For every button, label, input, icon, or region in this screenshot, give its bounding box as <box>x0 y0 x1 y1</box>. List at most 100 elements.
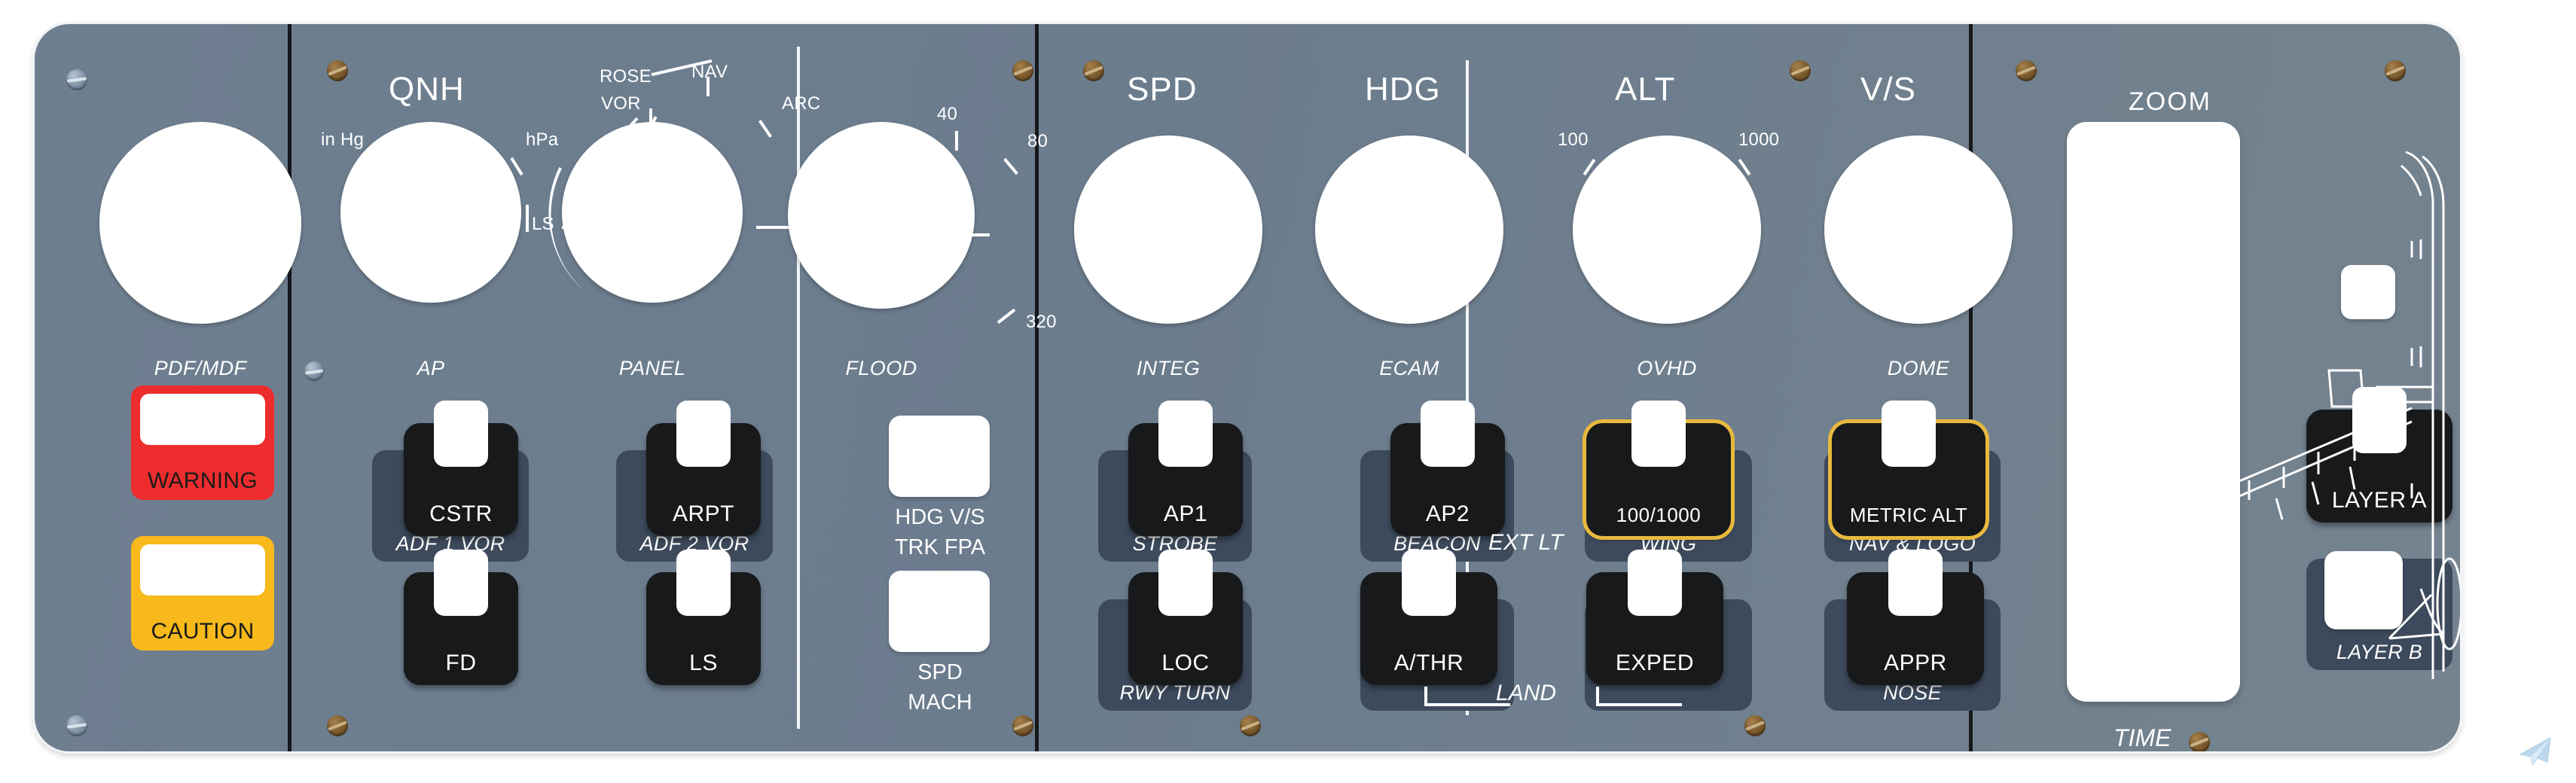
alt-title: ALT <box>1615 71 1676 108</box>
screw-icon-2 <box>327 715 348 736</box>
divider-flood-buttons <box>797 47 800 729</box>
ap2-button-cap <box>1421 401 1475 467</box>
flood-range-320: 320 <box>1026 312 1057 332</box>
ovhd-caption: OVHD <box>1637 357 1697 379</box>
ap1-button-cap <box>1158 401 1213 467</box>
ap2-label: AP2 <box>1425 501 1470 526</box>
caution-label: CAUTION <box>151 619 255 644</box>
screw-icon-10 <box>2189 732 2210 751</box>
panel-caption: PANEL <box>618 357 686 379</box>
screw-icon-bl <box>66 715 87 736</box>
flood-range-knob[interactable] <box>788 122 975 309</box>
panel-arc-ls-stem <box>526 205 529 232</box>
land-label: LAND <box>1496 681 1557 705</box>
flood-tick-40 <box>955 131 958 151</box>
spd-title: SPD <box>1127 71 1198 108</box>
layer-a-label: LAYER A <box>2331 488 2428 513</box>
hdg-vs-trk-fpa-button[interactable] <box>889 416 990 497</box>
layer-b-button-cap[interactable] <box>2324 551 2403 629</box>
flood-range-40: 40 <box>937 104 958 124</box>
layer-a-button[interactable]: LAYER A <box>2306 387 2452 523</box>
panel-mode-vor: VOR <box>601 93 641 114</box>
layer-b-label: LAYER B <box>2336 641 2423 663</box>
flood-range-80: 80 <box>1027 131 1048 151</box>
flood-tick-320 <box>997 308 1016 324</box>
screw-icon-pdf-mdf <box>304 361 324 381</box>
warning-annunciator[interactable]: WARNING <box>131 385 274 500</box>
athr-button[interactable]: A/THR <box>1360 550 1497 685</box>
flood-caption: FLOOD <box>845 357 917 379</box>
athr-button-cap <box>1402 550 1456 616</box>
athr-label: A/THR <box>1393 650 1464 675</box>
spd-mach-label-line2: MACH <box>908 690 972 714</box>
fd-button[interactable]: FD <box>404 550 518 685</box>
cockpit-control-panel: PDF/MDF WARNING CAUTION QNH in Hg hPa AP… <box>35 24 2460 751</box>
exped-button-cap <box>1628 550 1682 616</box>
alt-unit-label: 100/1000 <box>1616 504 1702 526</box>
panel-tick-nav <box>649 108 652 123</box>
screw-icon-tl <box>66 69 87 90</box>
cstr-button[interactable]: CSTR <box>404 401 518 536</box>
paper-plane-cursor-icon <box>2519 737 2551 766</box>
ap1-button[interactable]: AP1 <box>1128 401 1243 536</box>
arpt-button[interactable]: ARPT <box>646 401 761 536</box>
land-bracket-right <box>1596 687 1682 706</box>
screw-icon-9 <box>2016 60 2037 81</box>
alt-tick-1000: 1000 <box>1738 129 1780 150</box>
hdg-title: HDG <box>1365 71 1441 108</box>
appr-label: APPR <box>1884 650 1947 675</box>
metric-alt-label: METRIC ALT <box>1849 504 1968 526</box>
qnh-tick-in-hg: in Hg <box>321 129 365 150</box>
qnh-knob[interactable] <box>340 122 521 303</box>
fd-button-cap <box>434 550 488 616</box>
screw-icon-8 <box>1744 715 1766 736</box>
vs-knob[interactable] <box>1824 136 2013 324</box>
spd-knob[interactable] <box>1074 136 1262 324</box>
hdg-vs-trk-fpa-label-line2: TRK FPA <box>894 535 986 559</box>
zoom-display-screen[interactable] <box>2067 122 2240 702</box>
ls-button[interactable]: LS <box>646 550 761 685</box>
fd-label: FD <box>445 650 477 675</box>
time-label: TIME <box>2114 724 2172 751</box>
flood-tick-160 <box>969 233 990 236</box>
alt-tick-100: 100 <box>1558 129 1589 150</box>
caution-annunciator[interactable]: CAUTION <box>131 536 274 650</box>
ext-lt-label: EXT LT <box>1488 530 1564 555</box>
panel-tick-ls <box>562 226 595 229</box>
hdg-vs-trk-fpa-label-line1: HDG V/S <box>895 505 985 529</box>
arpt-label: ARPT <box>672 501 734 526</box>
flood-range-160: 160 <box>932 223 963 243</box>
screw-icon-6 <box>1240 715 1261 736</box>
layer-a-button-cap <box>2352 387 2407 453</box>
flood-tick-80 <box>1003 157 1018 175</box>
ls-button-cap <box>676 550 731 616</box>
divider-efis-left <box>288 24 291 751</box>
panel-mode-ls: LS <box>532 214 554 234</box>
screw-icon-3 <box>1012 60 1033 81</box>
alt-knob[interactable] <box>1573 136 1761 324</box>
arpt-button-cap <box>676 401 731 467</box>
ap1-label: AP1 <box>1163 501 1208 526</box>
panel-tick-arc <box>758 120 772 138</box>
warning-label: WARNING <box>148 468 258 493</box>
loc-button[interactable]: LOC <box>1128 550 1243 685</box>
spd-mach-button[interactable] <box>889 571 990 652</box>
exped-label: EXPED <box>1615 650 1695 675</box>
appr-button[interactable]: APPR <box>1847 550 1984 685</box>
ap2-button[interactable]: AP2 <box>1390 401 1505 536</box>
dome-caption: DOME <box>1887 357 1950 379</box>
panel-mode-arc: ARC <box>782 93 821 114</box>
small-white-button[interactable] <box>2341 265 2395 319</box>
exped-button[interactable]: EXPED <box>1586 550 1723 685</box>
screw-icon-1 <box>327 60 348 81</box>
metric-alt-button[interactable]: METRIC ALT <box>1832 401 1985 536</box>
cstr-button-cap <box>434 401 488 467</box>
loc-label: LOC <box>1161 650 1210 675</box>
pdf-mdf-brightness-knob[interactable] <box>99 122 301 324</box>
loc-button-cap <box>1158 550 1213 616</box>
alt-unit-100-1000-button[interactable]: 100/1000 <box>1586 401 1731 536</box>
panel-mode-rose: ROSE <box>600 66 652 87</box>
cstr-label: CSTR <box>429 501 493 526</box>
screw-icon-11 <box>2385 60 2406 81</box>
hdg-knob[interactable] <box>1315 136 1503 324</box>
